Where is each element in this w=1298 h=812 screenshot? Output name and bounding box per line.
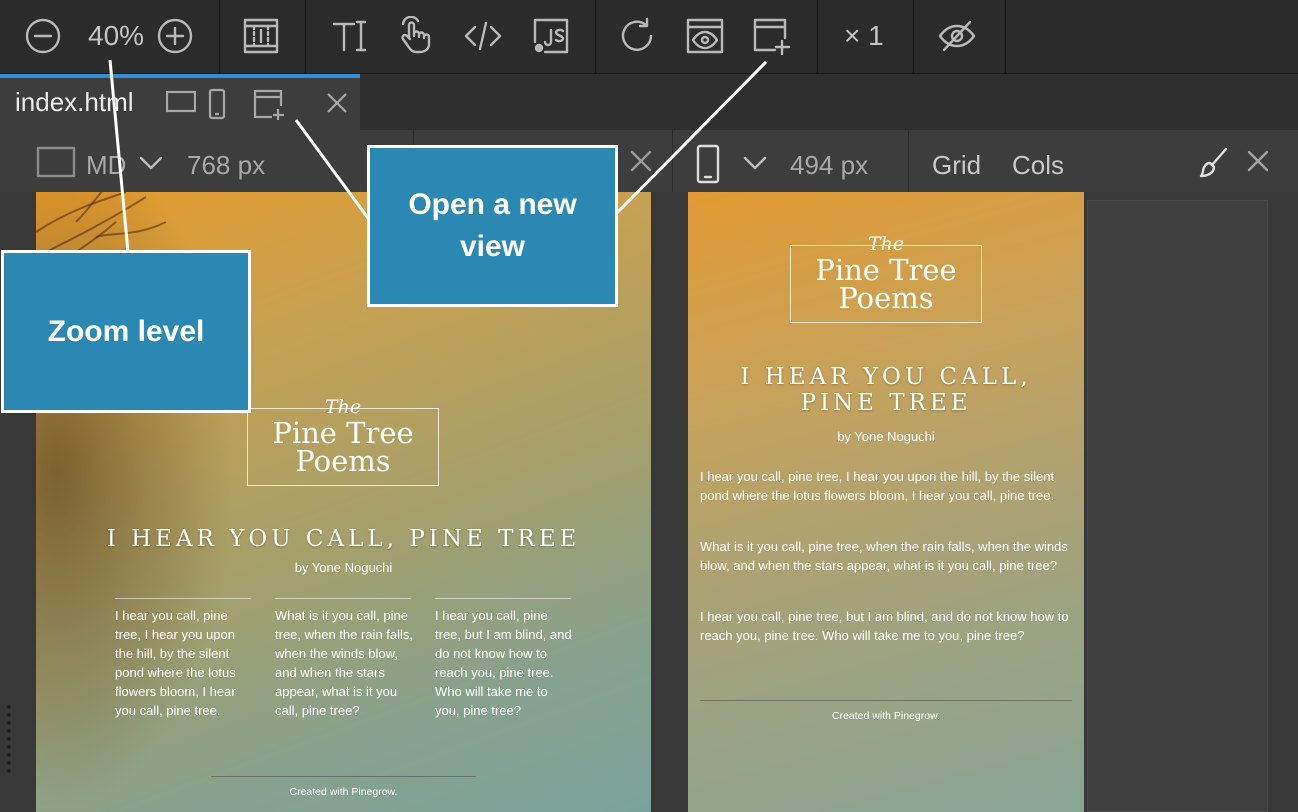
zoom-level[interactable]: 40% [88,20,144,52]
screen-size-icon[interactable] [36,144,76,183]
text-edit-button[interactable] [326,13,372,59]
open-new-view-callout: Open a new view [367,145,618,307]
poem-title: I HEAR YOU CALL, PINE TREE [688,364,1084,416]
document-tab[interactable]: index.html [0,74,360,130]
close-view-icon[interactable] [630,150,652,177]
site-logo: The Pine Tree Poems [790,233,982,323]
mobile-page-preview[interactable]: The Pine Tree Poems I HEAR YOU CALL, PIN… [688,192,1084,812]
page-layout-button[interactable] [238,13,284,59]
grid-toggle[interactable]: Grid [932,150,981,181]
column-rule [115,598,251,599]
right-view-width: 494 px [790,150,869,180]
document-tab-bar: index.html [0,74,1298,130]
phone-icon[interactable] [696,144,720,189]
view-multiplier[interactable]: × 1 [844,20,884,52]
zoom-level-callout: Zoom level [1,250,251,413]
close-tab-icon[interactable] [326,92,348,119]
column-rule [275,598,411,599]
zoom-in-button[interactable] [152,13,198,59]
logo-the: The [867,233,905,255]
poem-paragraph-2: What is it you call, pine tree, when the… [700,539,1068,573]
layout-group [220,0,306,74]
resize-grip[interactable] [7,703,11,773]
multiplier-group: × 1 [818,0,914,74]
zoom-group: 40% [0,0,220,74]
tab-new-view-icon[interactable] [252,88,286,127]
view-group [596,0,818,74]
page-footer: Created with Pinegrow. [832,710,940,722]
poem-paragraph-3: I hear you call, pine tree, but I am bli… [435,608,572,718]
cols-toggle[interactable]: Cols [1012,150,1064,181]
page-footer: Created with Pinegrow. [289,786,398,798]
footer-divider [700,700,1072,701]
close-panel-icon[interactable] [1247,150,1269,177]
logo-line-2: Poems [295,444,391,478]
interact-button[interactable] [392,13,438,59]
zoom-out-icon [25,18,61,54]
site-logo: The Pine Tree Poems [247,396,439,486]
breakpoint-label[interactable]: MD [86,150,126,181]
hide-icon [938,20,976,52]
poem-title-line-1: I HEAR YOU CALL, [740,364,1032,390]
callout-new-view-line-1: Open a new [408,188,577,221]
logo-line-1: Pine Tree [815,253,957,287]
empty-view-pane [1087,200,1268,812]
zoom-out-button[interactable] [20,13,66,59]
tab-filename: index.html [15,87,134,117]
view-header-bar: MD 768 px 494 px Grid Cols [0,130,1298,192]
poem-title-line-2: PINE TREE [800,390,972,416]
new-view-button[interactable] [748,13,794,59]
desktop-size-icon[interactable] [165,88,197,119]
visibility-group [914,0,1006,74]
chevron-down-icon[interactable] [138,154,164,177]
text-edit-icon [332,20,367,52]
hide-button[interactable] [934,13,980,59]
interact-icon [401,16,431,54]
code-icon [464,21,502,51]
main-toolbar: 40% × 1 [0,0,1298,74]
footer-divider [211,776,476,777]
new-view-icon [753,18,791,56]
poem-author: by Yone Noguchi [837,429,935,444]
logo-line-1: Pine Tree [272,416,414,450]
preview-icon [686,18,724,54]
left-view-width: 768 px [187,150,266,180]
javascript-icon [533,18,569,54]
poem-paragraph-1: I hear you call, pine tree, I hear you u… [700,469,1055,503]
callout-new-view-line-2: view [459,230,526,263]
view-divider [672,130,673,192]
column-rule [435,598,571,599]
page-layout-icon [243,18,279,54]
poem-paragraph-2: What is it you call, pine tree, when the… [275,608,414,718]
refresh-button[interactable] [614,13,660,59]
preview-button[interactable] [682,13,728,59]
poem-paragraph-3: I hear you call, pine tree, but I am bli… [700,609,1069,643]
view-divider [908,130,909,192]
edit-group [306,0,596,74]
logo-line-2: Poems [838,281,934,315]
brush-icon[interactable] [1196,146,1230,185]
refresh-icon [621,17,653,51]
chevron-down-icon[interactable] [742,154,768,177]
logo-the: The [324,396,362,418]
javascript-button[interactable] [528,13,574,59]
poem-title: I HEAR YOU CALL, PINE TREE [106,526,581,552]
poem-author: by Yone Noguchi [294,560,393,575]
zoom-in-icon [157,18,193,54]
poem-paragraph-1: I hear you call, pine tree, I hear you u… [115,608,236,718]
code-button[interactable] [460,13,506,59]
mobile-size-icon[interactable] [208,88,226,125]
